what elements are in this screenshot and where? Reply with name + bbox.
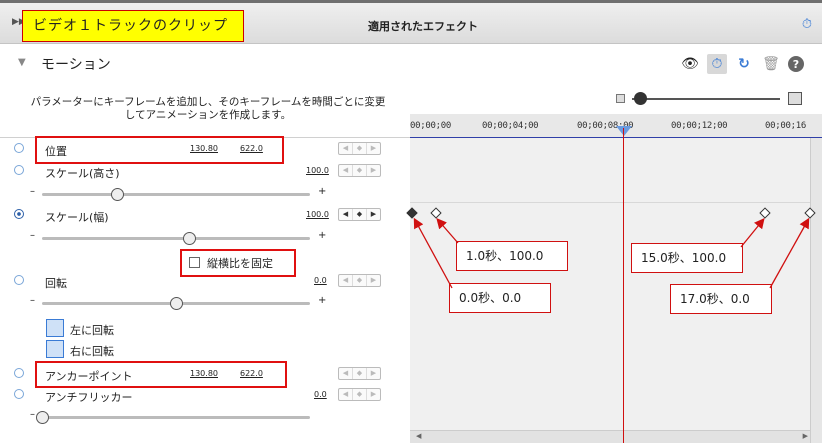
motion-section-header[interactable]: ▼ モーション 👁 ⏱ ↻ 🗑 ? (0, 44, 822, 84)
time-tick: 00;00;16 (765, 121, 806, 131)
param-row-scale-height: スケール(高さ) 100.0 ◀ ◆ ▶ (0, 162, 410, 182)
param-label-scale-height: スケール(高さ) (45, 167, 120, 180)
effect-toolbar: 👁 ⏱ ↻ 🗑 ? (680, 54, 804, 74)
highlight-box-lock-ratio (180, 249, 296, 277)
panel-title: 適用されたエフェクト (368, 20, 478, 33)
keyframe-nav-scale-height[interactable]: ◀ ◆ ▶ (338, 164, 381, 177)
keyframe-nav-scale-width[interactable]: ◀ ◆ ▶ (338, 208, 381, 221)
scale-width-slider[interactable]: – + (30, 230, 330, 245)
stopwatch-active-icon[interactable] (14, 209, 24, 219)
description-area: パラメーターにキーフレームを追加し、そのキーフレームを時間ごとに変更してアニメー… (0, 84, 410, 138)
toggle-animation-stopwatch-icon[interactable]: ⏱ (707, 54, 727, 74)
playhead-handle[interactable] (616, 126, 632, 136)
scroll-right-icon[interactable]: ▶ (803, 432, 808, 440)
effects-panel-header: ▶▶ ビデオ１トラックのクリップ 適用されたエフェクト ⏱ (0, 0, 822, 44)
trash-icon[interactable]: 🗑 (761, 54, 781, 74)
stopwatch-icon[interactable] (14, 165, 24, 175)
horizontal-scrollbar[interactable]: ◀ ▶ (410, 430, 822, 443)
scroll-left-icon[interactable]: ◀ (416, 432, 421, 440)
stopwatch-icon[interactable] (14, 368, 24, 378)
zoom-slider[interactable] (616, 92, 812, 106)
timeline-toolbar (410, 84, 822, 114)
callout-kf15: 15.0秒、100.0 (631, 243, 743, 273)
scale-height-value[interactable]: 100.0 (306, 166, 329, 175)
callout-kf0: 0.0秒、0.0 (449, 283, 551, 313)
time-tick: 00;00;00 (410, 121, 451, 131)
param-label-rotation: 回転 (45, 277, 67, 290)
vertical-scrollbar[interactable] (810, 138, 822, 443)
zoom-knob[interactable] (634, 92, 647, 105)
help-icon[interactable]: ? (788, 56, 804, 72)
rotate-right-label: 右に回転 (70, 345, 114, 358)
anti-flicker-value[interactable]: 0.0 (314, 390, 327, 399)
callout-kf17: 17.0秒、0.0 (670, 284, 772, 314)
time-tick: 00;00;12;00 (671, 121, 728, 131)
param-row-anti-flicker: アンチフリッカー 0.0 ◀ ◆ ▶ (0, 386, 410, 406)
slider-knob[interactable] (111, 188, 125, 201)
rotation-value[interactable]: 0.0 (314, 276, 327, 285)
param-label-scale-width: スケール(幅) (45, 211, 109, 224)
highlight-box-anchor (35, 361, 287, 388)
stopwatch-icon[interactable] (14, 389, 24, 399)
eye-icon[interactable]: 👁 (680, 54, 700, 74)
parameters-panel: 位置 130.80 622.0 ◀ ◆ ▶ スケール(高さ) 100.0 ◀ ◆ ▶ –… (0, 138, 410, 443)
zoom-out-icon[interactable] (616, 94, 625, 103)
slider-knob[interactable] (36, 411, 49, 424)
rotate-left-icon (46, 319, 64, 337)
stopwatch-icon[interactable] (14, 143, 24, 153)
callout-kf1: 1.0秒、100.0 (456, 241, 568, 271)
track-clip-label: ビデオ１トラックのクリップ (22, 10, 244, 42)
reset-icon[interactable]: ↻ (734, 54, 754, 74)
slider-knob[interactable] (183, 232, 197, 245)
rotate-right-icon (46, 340, 64, 358)
highlight-box-position (35, 136, 284, 164)
keyframe-nav-anti-flicker[interactable]: ◀ ◆ ▶ (338, 388, 381, 401)
stopwatch-icon[interactable] (14, 275, 24, 285)
collapse-triangle-icon[interactable]: ▼ (18, 57, 26, 68)
rotation-slider[interactable]: – + (30, 295, 330, 310)
keyframe-nav-rotation[interactable]: ◀ ◆ ▶ (338, 274, 381, 287)
scale-width-value[interactable]: 100.0 (306, 210, 329, 219)
rotate-left-label: 左に回転 (70, 324, 114, 337)
param-label-anti-flicker: アンチフリッカー (45, 391, 133, 404)
zoom-in-icon[interactable] (788, 92, 802, 105)
time-tick: 00;00;04;00 (482, 121, 539, 131)
section-title: モーション (41, 57, 111, 73)
playhead-line[interactable] (623, 128, 624, 443)
anti-flicker-slider[interactable]: – (30, 409, 330, 424)
stopwatch-icon[interactable]: ⏱ (802, 17, 812, 32)
keyframe-nav-anchor[interactable]: ◀ ◆ ▶ (338, 367, 381, 380)
scale-height-slider[interactable]: – + (30, 186, 330, 201)
param-row-scale-width: スケール(幅) 100.0 ◀ ◆ ▶ (0, 206, 410, 226)
slider-knob[interactable] (170, 297, 183, 310)
keyframe-nav-position[interactable]: ◀ ◆ ▶ (338, 142, 381, 155)
description-text: パラメーターにキーフレームを追加し、そのキーフレームを時間ごとに変更してアニメー… (30, 96, 386, 121)
